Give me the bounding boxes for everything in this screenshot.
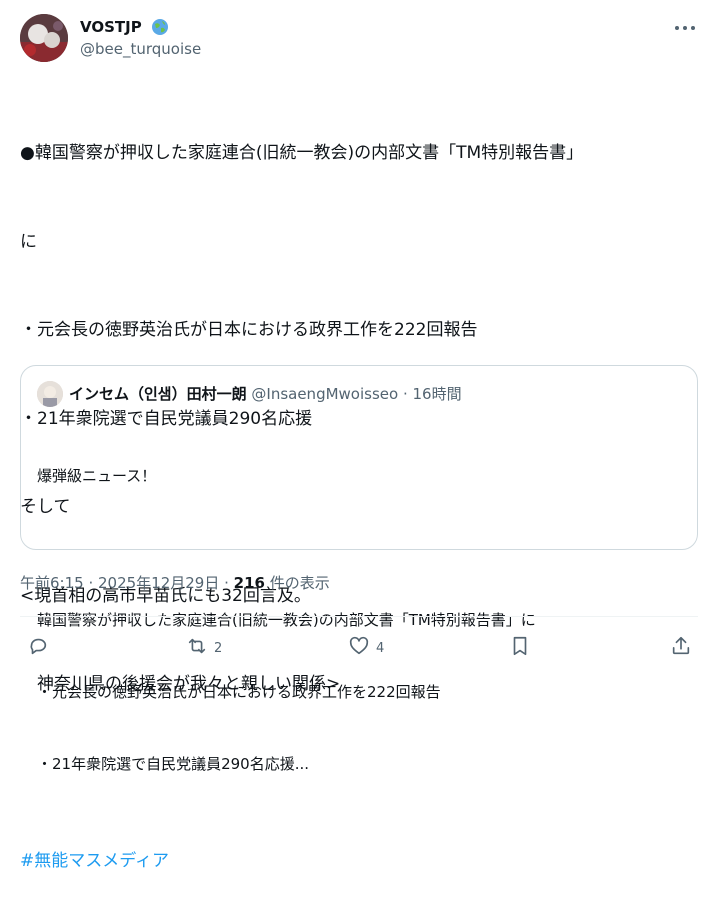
quoted-avatar[interactable] (37, 381, 63, 407)
author-handle[interactable]: @bee_turquoise (80, 39, 201, 59)
post-line: ・元会長の徳野英治氏が日本における政界工作を222回報告 (20, 320, 478, 340)
bookmark-icon (509, 635, 531, 661)
post-header: VOSTJP @bee_turquoise (20, 14, 702, 62)
quoted-time[interactable]: · 16時間 (403, 385, 462, 403)
quoted-line: 韓国警察が押収した家庭連合(旧統一教会)の内部文書「TM特別報告書」に (37, 611, 536, 629)
post-line: に (20, 231, 37, 252)
quoted-header: インセム（인샘）田村一朗 @InsaengMwoisseo · 16時間 (69, 383, 462, 405)
quoted-handle[interactable]: @InsaengMwoisseo (251, 385, 398, 403)
timestamp[interactable]: 午前6:15 · 2025年12月29日 · (20, 574, 234, 592)
views-label: 件の表示 (264, 574, 330, 592)
share-icon (670, 635, 692, 661)
heart-icon (348, 635, 370, 661)
views-count: 216 (233, 574, 265, 592)
divider (20, 616, 698, 617)
repost-icon (186, 635, 208, 661)
reply-icon (27, 635, 49, 661)
avatar[interactable] (20, 14, 68, 62)
quoted-display-name[interactable]: インセム（인샘）田村一朗 (69, 385, 247, 403)
like-button[interactable]: 4 (348, 630, 384, 666)
like-count: 4 (376, 640, 385, 656)
hashtag-link[interactable]: #無能マスメディア (20, 847, 700, 877)
share-button[interactable] (670, 630, 692, 666)
globe-icon (151, 18, 169, 36)
quoted-post[interactable]: インセム（인샘）田村一朗 @InsaengMwoisseo · 16時間 爆弾級… (20, 365, 698, 773)
quoted-line: 爆弾級ニュース！ (37, 467, 157, 485)
repost-count: 2 (214, 640, 223, 656)
display-name[interactable]: VOSTJP (80, 17, 142, 37)
post-meta: 午前6:15 · 2025年12月29日 · 216 件の表示 (20, 572, 330, 594)
action-bar: 2 4 (0, 630, 718, 666)
post-line: ●韓国警察が押収した家庭連合(旧統一教会)の内部文書「TM特別報告書」 (20, 143, 584, 163)
bookmark-button[interactable] (509, 630, 531, 666)
quoted-line: ・21年衆院選で自民党議員290名応援... (37, 755, 310, 773)
repost-button[interactable]: 2 (186, 630, 222, 666)
quoted-body: 爆弾級ニュース！ 韓国警察が押収した家庭連合(旧統一教会)の内部文書「TM特別報… (37, 416, 687, 824)
reply-button[interactable] (27, 630, 55, 666)
more-options-icon[interactable] (672, 18, 698, 38)
quoted-line (37, 536, 687, 560)
quoted-line: ・元会長の徳野英治氏が日本における政界工作を222回報告 (37, 683, 441, 701)
